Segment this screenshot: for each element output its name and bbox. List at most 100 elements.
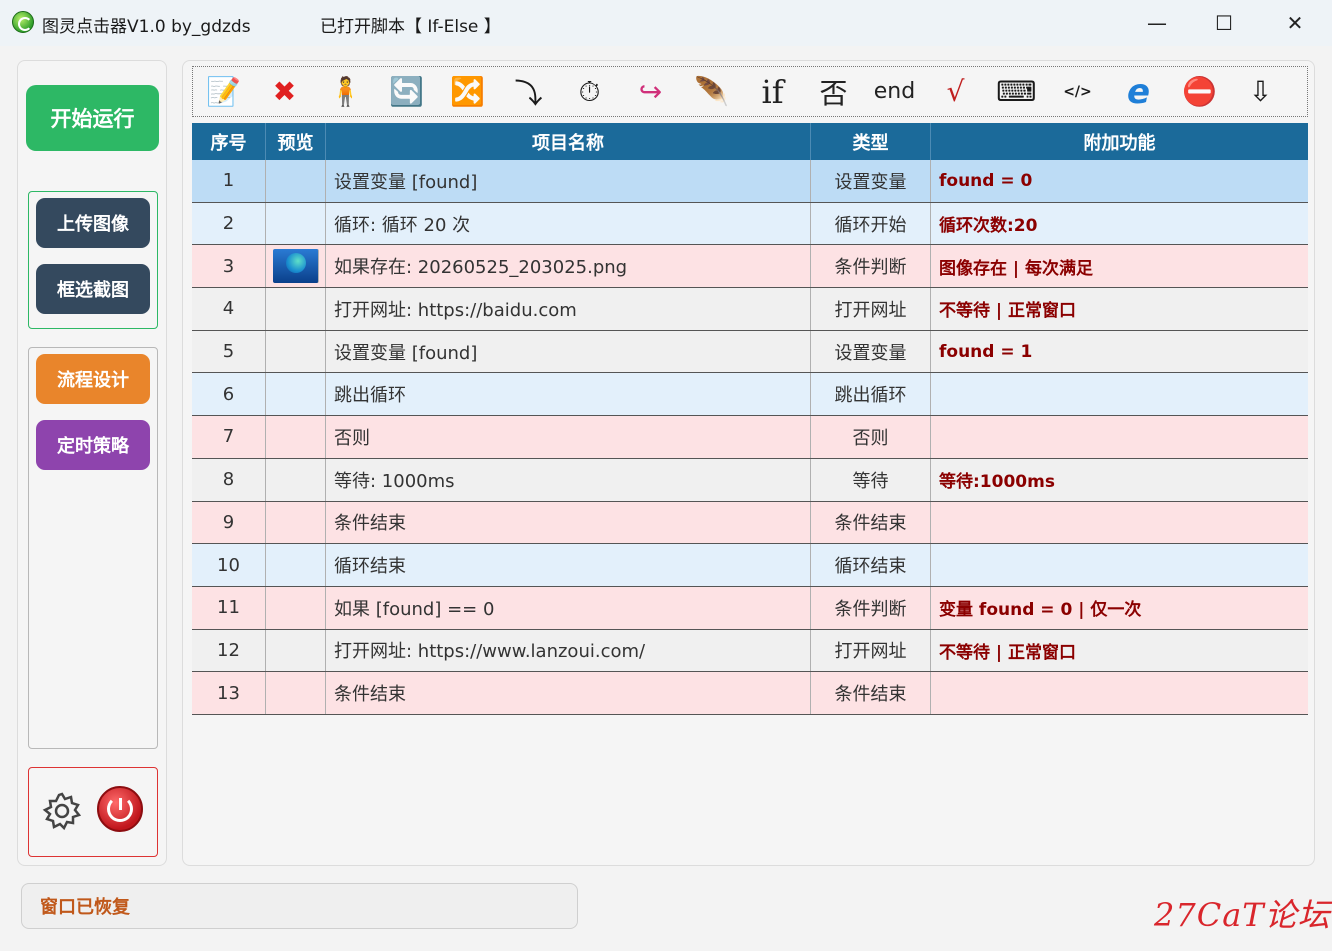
row-name: 设置变量 [found]	[326, 330, 811, 373]
stopwatch-icon[interactable]: ⏱	[559, 68, 620, 116]
table-row[interactable]: 9 条件结束 条件结束	[192, 501, 1308, 545]
row-index: 13	[192, 672, 266, 714]
stop-icon[interactable]: ⛔	[1169, 68, 1230, 116]
close-button[interactable]: ✕	[1280, 8, 1310, 38]
table-row[interactable]: 11 如果 [found] == 0 条件判断 变量 found = 0 | 仅一次	[192, 586, 1308, 630]
row-index: 7	[192, 416, 266, 458]
row-type: 条件判断	[811, 245, 931, 288]
row-name: 等待: 1000ms	[326, 458, 811, 501]
row-index: 10	[192, 544, 266, 586]
table-row[interactable]: 10 循环结束 循环结束	[192, 544, 1308, 587]
row-type: 打开网址	[811, 629, 931, 672]
col-header-index[interactable]: 序号	[192, 123, 266, 160]
row-index: 4	[192, 288, 266, 330]
maximize-button[interactable]: ☐	[1209, 8, 1239, 38]
row-index: 9	[192, 501, 266, 544]
end-icon[interactable]: end	[864, 68, 925, 116]
row-preview	[266, 501, 326, 544]
system-group	[28, 767, 158, 857]
row-preview	[266, 458, 326, 501]
row-index: 3	[192, 245, 266, 288]
col-header-extra[interactable]: 附加功能	[931, 123, 1308, 160]
row-extra: 图像存在 | 每次满足	[939, 258, 1094, 279]
power-exit-icon[interactable]	[97, 786, 143, 832]
row-type: 跳出循环	[811, 373, 931, 416]
table-row[interactable]: 7 否则 否则	[192, 416, 1308, 459]
row-name: 如果存在: 20260525_203025.png	[326, 245, 811, 288]
main-panel: 📝 ✖ 🧍 🔄 🔀 ⤵ ⏱ ↪ 🪶 if 否 end √ ⌨ </> e ⛔ ⇩ 序号 预览 项目名称 类型 附加…	[182, 60, 1315, 866]
col-header-name[interactable]: 项目名称	[326, 123, 811, 160]
table-row[interactable]: 3 如果存在: 20260525_203025.png 条件判断 图像存在 | 每次满…	[192, 245, 1308, 289]
row-index: 8	[192, 458, 266, 501]
row-name: 打开网址: https://baidu.com	[326, 288, 811, 330]
row-type: 设置变量	[811, 160, 931, 202]
if-icon[interactable]: if	[742, 68, 803, 116]
shuffle-icon[interactable]: 🔀	[437, 68, 498, 116]
keyboard-icon[interactable]: ⌨	[986, 68, 1047, 116]
col-header-type[interactable]: 类型	[811, 123, 931, 160]
row-type: 条件结束	[811, 672, 931, 714]
row-preview	[266, 160, 326, 202]
row-extra	[931, 544, 1308, 586]
app-logo-icon	[12, 11, 34, 33]
down-arrow-icon[interactable]: ⇩	[1230, 68, 1291, 116]
table-row[interactable]: 13 条件结束 条件结束	[192, 672, 1308, 715]
row-preview	[266, 544, 326, 586]
script-title: 已打开脚本【 If-Else 】	[320, 17, 501, 37]
title-bar: 图灵点击器V1.0 by_gdzds 已打开脚本【 If-Else 】 — ☐ …	[0, 0, 1332, 46]
row-name: 否则	[326, 416, 811, 458]
table-row[interactable]: 12 打开网址: https://www.lanzoui.com/打开网址 不等待 …	[192, 629, 1308, 673]
row-preview	[266, 416, 326, 458]
row-extra	[931, 416, 1308, 458]
minimize-button[interactable]: —	[1142, 8, 1172, 38]
upload-image-button[interactable]: 上传图像	[36, 198, 150, 248]
sidebar: 开始运行 上传图像 框选截图 流程设计 定时策略	[17, 60, 167, 866]
row-type: 设置变量	[811, 330, 931, 373]
row-index: 2	[192, 202, 266, 245]
crop-screenshot-button[interactable]: 框选截图	[36, 264, 150, 314]
row-type: 循环开始	[811, 202, 931, 245]
row-type: 等待	[811, 458, 931, 501]
row-extra	[931, 502, 1308, 544]
start-run-button[interactable]: 开始运行	[26, 85, 159, 151]
row-extra: found = 1	[939, 341, 1033, 362]
forum-watermark: 27CaT论坛	[1154, 896, 1331, 934]
script-icon[interactable]: </>	[1047, 68, 1108, 116]
person-icon[interactable]: 🧍	[315, 68, 376, 116]
row-preview	[266, 202, 326, 245]
row-extra: found = 0	[939, 170, 1033, 191]
row-type: 否则	[811, 416, 931, 458]
preview-thumbnail[interactable]	[272, 249, 319, 284]
table-row[interactable]: 2 循环: 循环 20 次循环开始 循环次数:20	[192, 202, 1308, 246]
toolbar: 📝 ✖ 🧍 🔄 🔀 ⤵ ⏱ ↪ 🪶 if 否 end √ ⌨ </> e ⛔ ⇩	[192, 66, 1308, 117]
browser-icon[interactable]: e	[1108, 68, 1169, 116]
row-name: 条件结束	[326, 501, 811, 544]
script-table: 序号 预览 项目名称 类型 附加功能 1 设置变量 [found] 设置变量 foun…	[192, 123, 1308, 715]
row-index: 1	[192, 160, 266, 202]
table-row[interactable]: 6 跳出循环 跳出循环	[192, 373, 1308, 417]
row-preview	[266, 629, 326, 672]
settings-gear-icon[interactable]	[41, 790, 83, 832]
jump-icon[interactable]: ⤵	[498, 68, 559, 116]
row-extra: 变量 found = 0 | 仅一次	[939, 600, 1142, 621]
row-preview	[266, 330, 326, 373]
flow-design-button[interactable]: 流程设计	[36, 354, 150, 404]
row-name: 如果 [found] == 0	[326, 586, 811, 629]
else-icon[interactable]: 否	[803, 68, 864, 116]
row-preview	[266, 586, 326, 629]
timer-strategy-button[interactable]: 定时策略	[36, 420, 150, 470]
delete-icon[interactable]: ✖	[254, 68, 315, 116]
redo-icon[interactable]: ↪	[620, 68, 681, 116]
feather-icon[interactable]: 🪶	[681, 68, 742, 116]
table-row[interactable]: 8 等待: 1000ms 等待 等待:1000ms	[192, 458, 1308, 502]
variable-icon[interactable]: √	[925, 68, 986, 116]
edit-icon[interactable]: 📝	[193, 68, 254, 116]
status-bar: 窗口已恢复	[21, 883, 578, 929]
table-row[interactable]: 1 设置变量 [found] 设置变量 found = 0	[192, 160, 1308, 203]
table-row[interactable]: 5 设置变量 [found] 设置变量 found = 1	[192, 330, 1308, 374]
loop-icon[interactable]: 🔄	[376, 68, 437, 116]
row-preview	[266, 373, 326, 416]
col-header-preview[interactable]: 预览	[266, 123, 326, 160]
row-index: 6	[192, 373, 266, 416]
table-row[interactable]: 4 打开网址: https://baidu.com 打开网址 不等待 | 正常窗口	[192, 288, 1308, 331]
